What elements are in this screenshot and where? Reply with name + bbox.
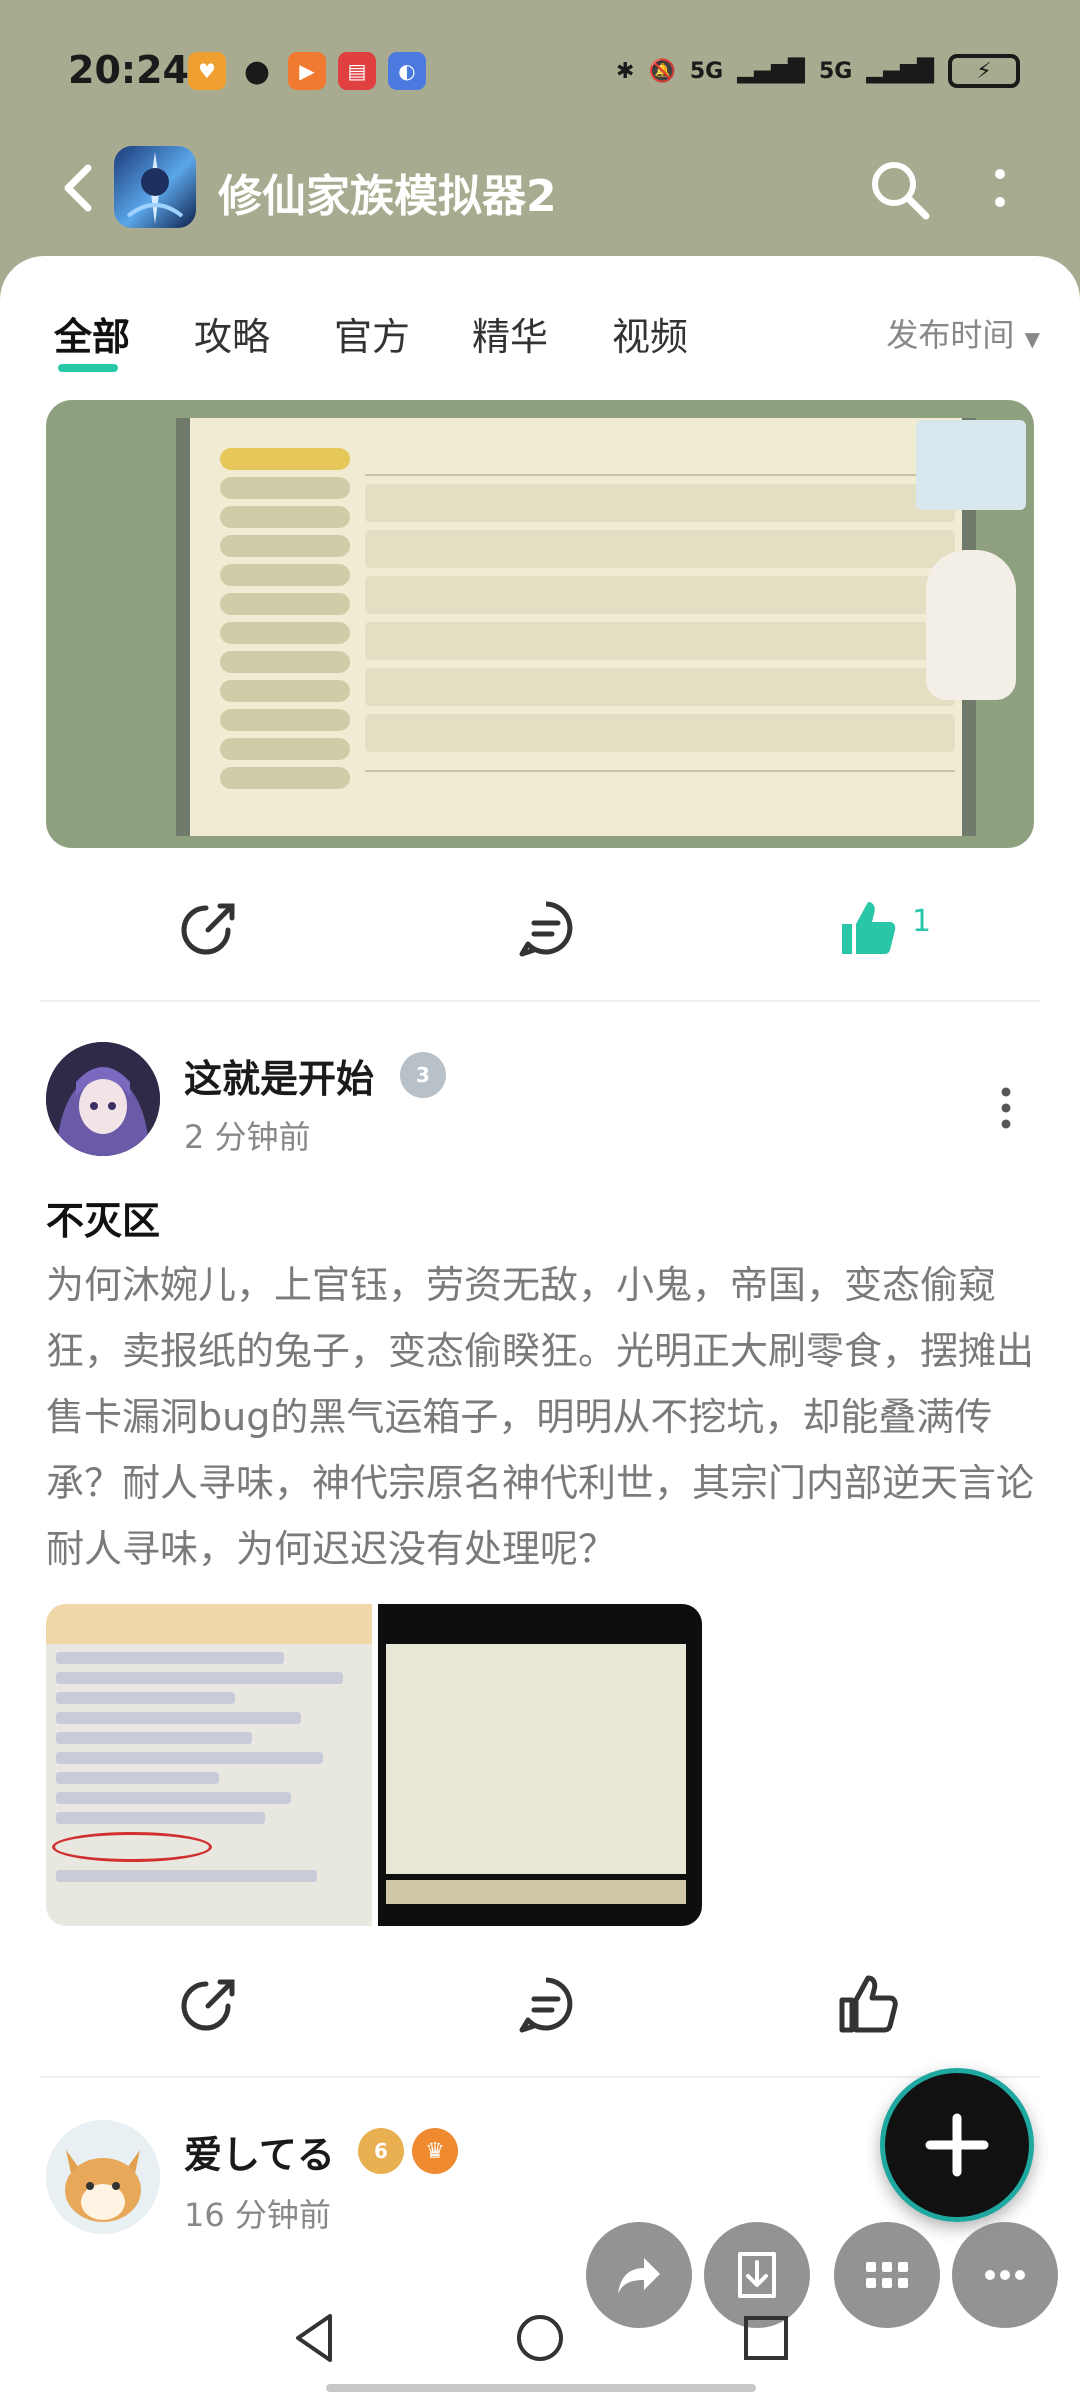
nav-home-icon[interactable]: [510, 2308, 570, 2368]
level-badge: 6: [358, 2128, 404, 2174]
tab-featured[interactable]: 精华: [472, 306, 548, 361]
bluetooth-icon: ✱: [616, 58, 635, 84]
signal-1-label: 5G: [689, 58, 724, 84]
like-icon[interactable]: [836, 1972, 900, 2036]
home-indicator: [326, 2384, 756, 2392]
post-time: 16 分钟前: [184, 2196, 331, 2234]
like-icon-active[interactable]: [836, 896, 900, 960]
comment-icon[interactable]: [514, 1972, 578, 2036]
tab-bar: 全部 攻略 官方 精华 视频 发布时间 ▼: [0, 286, 1080, 372]
post-body[interactable]: 为何沐婉儿，上官钰，劳资无敌，小鬼，帝国，变态偷窥狂，卖报纸的兔子，变态偷睽狂。…: [46, 1252, 1036, 1582]
dropdown-arrow-icon: ▼: [1024, 327, 1040, 351]
auction-panel-graphic: [176, 418, 976, 836]
tab-all[interactable]: 全部: [54, 306, 130, 361]
post-actions: 1: [0, 876, 1080, 976]
reader-app-icon: ▤: [338, 52, 376, 90]
create-post-button[interactable]: [880, 2068, 1034, 2222]
plus-icon: [925, 2113, 989, 2177]
author-avatar[interactable]: [46, 2120, 160, 2234]
status-time: 20:24: [68, 48, 189, 92]
active-tab-indicator: [58, 364, 118, 372]
tab-guides[interactable]: 攻略: [194, 306, 270, 361]
post-divider: [40, 1000, 1040, 1002]
level-badge-value: 6: [374, 2139, 388, 2163]
author-name[interactable]: 这就是开始: [184, 1048, 374, 1103]
signal-icon: ▂▄▆█: [866, 58, 934, 84]
like-count: 1: [912, 904, 932, 939]
signal-2-label: 5G: [818, 58, 853, 84]
signal-icon: ▂▄▆█: [737, 58, 805, 84]
post-image-auction-screenshot[interactable]: [46, 400, 1034, 848]
header: 20:24 ♥ ● ▶ ▤ ◐ ✱ 🔕 5G ▂▄▆█ 5G ▂▄▆█ ⚡ 修仙…: [0, 0, 1080, 300]
back-arrow-icon[interactable]: [54, 160, 104, 216]
status-bar: 20:24 ♥ ● ▶ ▤ ◐ ✱ 🔕 5G ▂▄▆█ 5G ▂▄▆█ ⚡: [0, 38, 1080, 108]
tab-official[interactable]: 官方: [334, 306, 410, 361]
share-icon[interactable]: [176, 1972, 240, 2036]
post-more-icon[interactable]: [1000, 1086, 1012, 1130]
author-avatar[interactable]: [46, 1042, 160, 1156]
mute-icon: 🔕: [648, 58, 676, 84]
system-nav-bar: [0, 2280, 1080, 2400]
post-divider: [40, 2076, 1040, 2078]
level-badge-value: 3: [416, 1063, 430, 1087]
tab-video[interactable]: 视频: [612, 306, 688, 361]
sort-label: 发布时间: [886, 316, 1015, 354]
video-app-icon: ▶: [288, 52, 326, 90]
app-bar: 修仙家族模拟器2: [0, 140, 1080, 236]
post-image-chat-2[interactable]: [378, 1604, 702, 1926]
post-image-chat-1[interactable]: [46, 1604, 372, 1926]
search-icon[interactable]: [868, 158, 932, 222]
status-icons: ✱ 🔕 5G ▂▄▆█ 5G ▂▄▆█ ⚡: [616, 54, 1020, 88]
sort-dropdown[interactable]: 发布时间 ▼: [886, 310, 1040, 356]
notification-app-icon: ♥: [188, 52, 226, 90]
more-options-icon[interactable]: [980, 162, 1020, 218]
game-icon[interactable]: [114, 146, 196, 228]
qq-icon: ●: [243, 53, 271, 89]
author-name[interactable]: 爱してる: [184, 2124, 335, 2179]
browser-app-icon: ◐: [388, 52, 426, 90]
level-badge: 3: [400, 1052, 446, 1098]
achievement-badge-icon: ♛: [412, 2128, 458, 2174]
post-time: 2 分钟前: [184, 1118, 311, 1156]
comment-icon[interactable]: [514, 896, 578, 960]
nav-back-icon[interactable]: [286, 2308, 346, 2368]
share-icon[interactable]: [176, 896, 240, 960]
post-actions: [0, 1952, 1080, 2052]
battery-charging-icon: ⚡: [948, 54, 1020, 88]
nav-recents-icon[interactable]: [736, 2308, 796, 2368]
post-title[interactable]: 不灭区: [46, 1190, 160, 1245]
game-title: 修仙家族模拟器2: [218, 171, 557, 222]
